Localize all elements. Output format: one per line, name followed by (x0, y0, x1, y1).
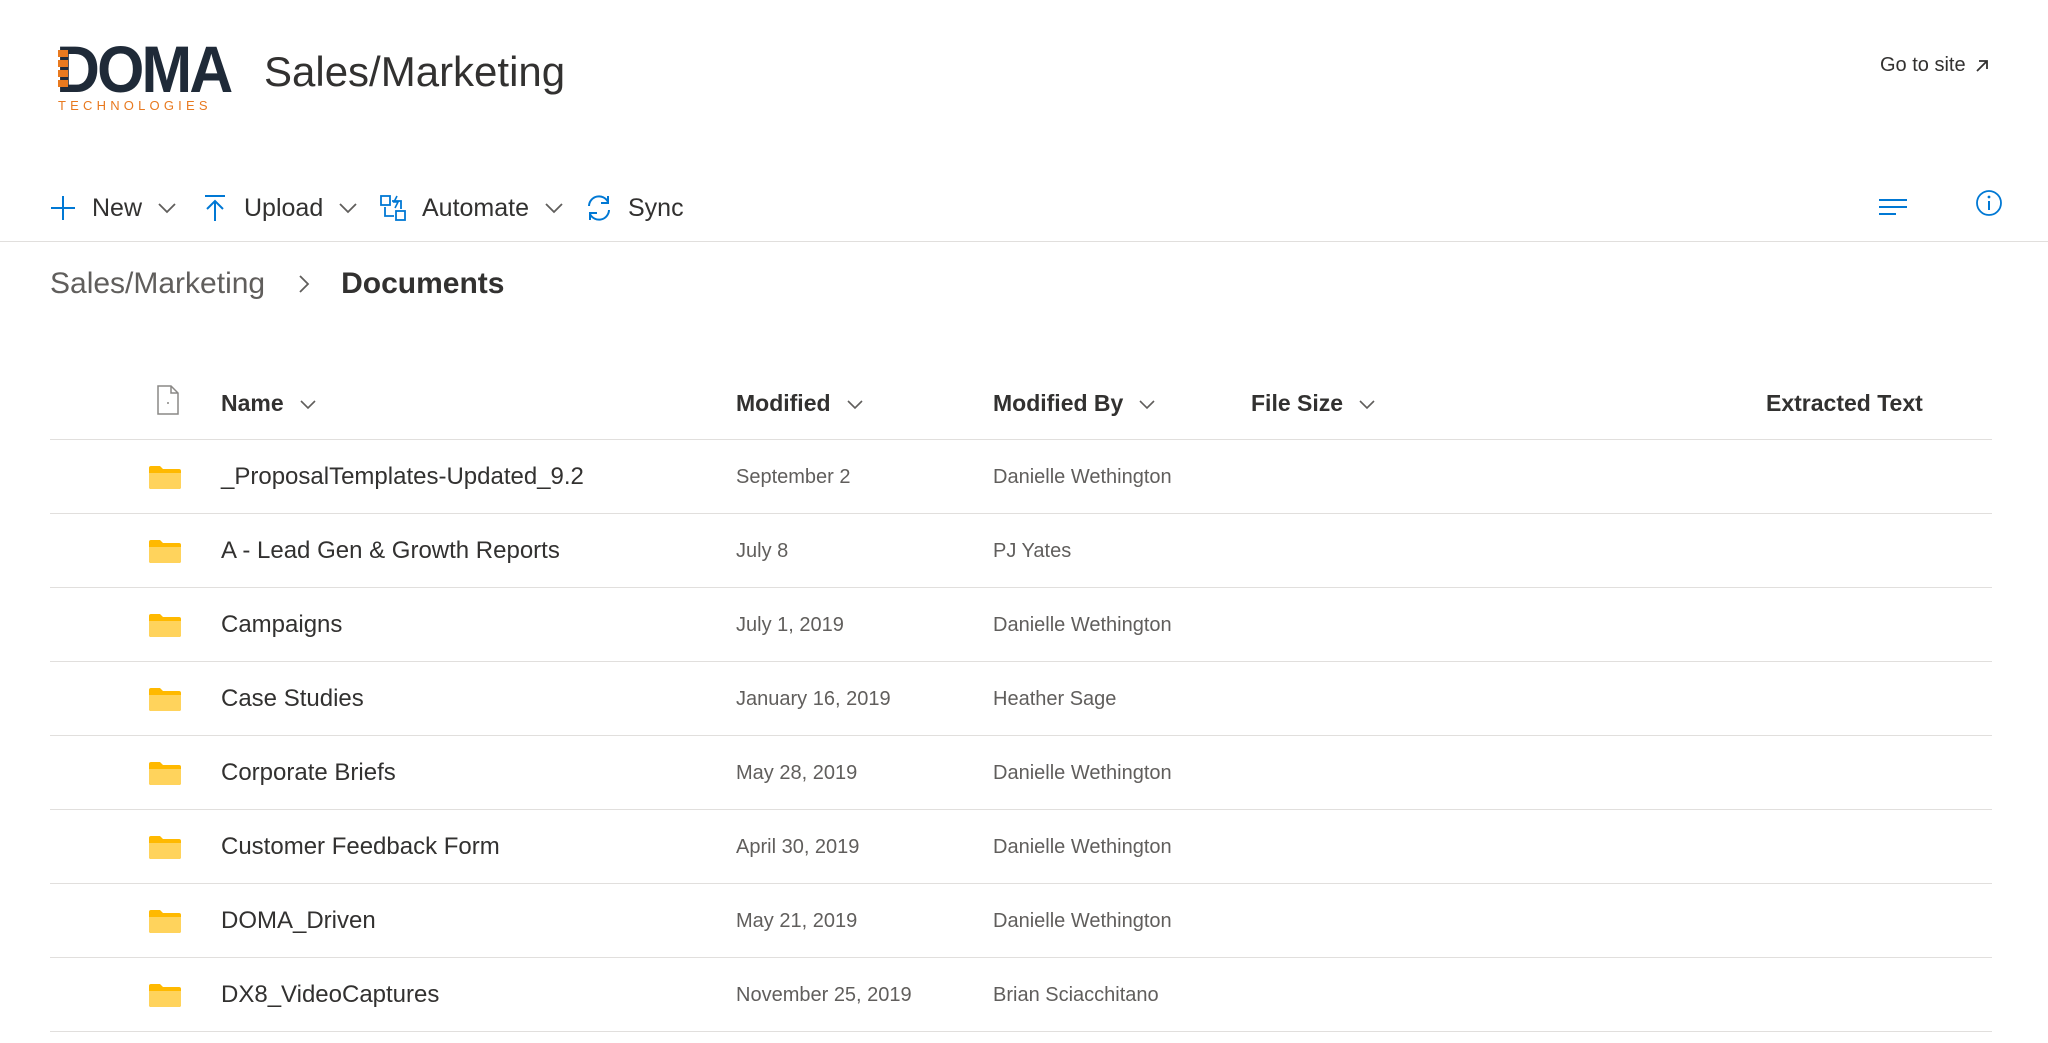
external-arrow-icon (1975, 59, 1988, 72)
item-name-link[interactable]: DX8_VideoCaptures (221, 958, 439, 1032)
folder-icon (148, 588, 184, 662)
automate-flow-icon (378, 193, 408, 223)
file-type-column-header[interactable] (154, 384, 182, 416)
breadcrumb-parent-link[interactable]: Sales/Marketing (50, 267, 265, 301)
breadcrumb-current: Documents (341, 267, 505, 300)
table-row[interactable]: Customer Feedback Form April 30, 2019 Da… (50, 810, 1992, 884)
logo-tagline: TECHNOLOGIES (58, 98, 212, 113)
chevron-right-icon (293, 273, 315, 295)
table-row[interactable]: _ProposalTemplates-Updated_9.2 September… (50, 440, 1992, 514)
upload-label: Upload (244, 193, 324, 222)
site-header: DOMA TECHNOLOGIES Sales/Marketing Go to … (0, 0, 2048, 150)
info-icon (1976, 190, 2002, 216)
modified-date: July 1, 2019 (736, 613, 844, 636)
modified-by[interactable]: Heather Sage (993, 662, 1116, 736)
table-header: Name Modified Modified By File Size Extr… (50, 370, 1992, 440)
folder-icon (148, 958, 184, 1032)
modified-date: September 2 (736, 465, 851, 488)
modified-date: November 25, 2019 (736, 983, 912, 1006)
table-row[interactable]: Case Studies January 16, 2019 Heather Sa… (50, 662, 1992, 736)
plus-icon (48, 193, 78, 223)
item-name-link[interactable]: _ProposalTemplates-Updated_9.2 (221, 440, 584, 514)
automate-label: Automate (422, 193, 530, 222)
automate-button[interactable]: Automate (378, 188, 565, 228)
command-bar: New Upload Automate Sync (0, 176, 2048, 242)
modified-by-header-label: Modified By (993, 390, 1124, 416)
modified-header-label: Modified (736, 390, 831, 416)
item-name-link[interactable]: A - Lead Gen & Growth Reports (221, 514, 560, 588)
new-label: New (92, 193, 143, 222)
modified-by[interactable]: Danielle Wethington (993, 588, 1172, 662)
modified-date: April 30, 2019 (736, 835, 860, 858)
modified-by[interactable]: Danielle Wethington (993, 884, 1172, 958)
extracted-text-column-header[interactable]: Extracted Text (1766, 390, 1923, 417)
modified-date: May 21, 2019 (736, 909, 858, 932)
sync-button[interactable]: Sync (584, 188, 684, 228)
item-name-link[interactable]: Corporate Briefs (221, 736, 396, 810)
table-row[interactable]: Campaigns July 1, 2019 Danielle Wethingt… (50, 588, 1992, 662)
table-row[interactable]: Corporate Briefs May 28, 2019 Danielle W… (50, 736, 1992, 810)
chevron-down-icon (156, 197, 178, 219)
name-header-label: Name (221, 390, 284, 416)
modified-column-header[interactable]: Modified (736, 390, 865, 417)
logo-wordmark: DOMA (56, 32, 233, 106)
sync-icon (584, 193, 614, 223)
table-row[interactable]: DOMA_Driven May 21, 2019 Danielle Wethin… (50, 884, 1992, 958)
documents-table: Name Modified Modified By File Size Extr… (50, 370, 1992, 1032)
folder-icon (148, 736, 184, 810)
info-button[interactable] (1974, 188, 2004, 218)
modified-by[interactable]: PJ Yates (993, 514, 1071, 588)
file-size-header-label: File Size (1251, 390, 1344, 416)
modified-date: May 28, 2019 (736, 761, 858, 784)
item-name-link[interactable]: Campaigns (221, 588, 342, 662)
modified-by[interactable]: Danielle Wethington (993, 440, 1172, 514)
table-body: _ProposalTemplates-Updated_9.2 September… (50, 440, 1992, 1032)
table-row[interactable]: DX8_VideoCaptures November 25, 2019 Bria… (50, 958, 1992, 1032)
chevron-down-icon (845, 394, 865, 414)
folder-icon (148, 440, 184, 514)
document-icon (157, 385, 179, 415)
sync-label: Sync (628, 193, 684, 222)
extracted-text-header-label: Extracted Text (1766, 390, 1923, 416)
modified-by[interactable]: Danielle Wethington (993, 810, 1172, 884)
upload-button[interactable]: Upload (200, 188, 359, 228)
modified-date: January 16, 2019 (736, 687, 891, 710)
folder-icon (148, 810, 184, 884)
file-size-column-header[interactable]: File Size (1251, 390, 1377, 417)
doma-logo[interactable]: DOMA TECHNOLOGIES (56, 36, 233, 113)
folder-icon (148, 884, 184, 958)
folder-icon (148, 662, 184, 736)
chevron-down-icon (298, 394, 318, 414)
logo-bars-icon (58, 50, 68, 94)
modified-date: July 8 (736, 539, 789, 562)
go-to-site-label: Go to site (1880, 54, 1966, 76)
chevron-down-icon (337, 197, 359, 219)
item-name-link[interactable]: DOMA_Driven (221, 884, 376, 958)
upload-icon (200, 193, 230, 223)
breadcrumb: Sales/Marketing Documents (50, 262, 504, 306)
chevron-down-icon (1357, 394, 1377, 414)
item-name-link[interactable]: Case Studies (221, 662, 364, 736)
new-button[interactable]: New (48, 188, 178, 228)
view-options-button[interactable] (1876, 190, 1910, 224)
view-lines-icon (1879, 199, 1907, 215)
chevron-down-icon (543, 197, 565, 219)
modified-by[interactable]: Brian Sciacchitano (993, 958, 1159, 1032)
chevron-down-icon (1137, 394, 1157, 414)
item-name-link[interactable]: Customer Feedback Form (221, 810, 500, 884)
site-title: Sales/Marketing (264, 48, 566, 95)
modified-by[interactable]: Danielle Wethington (993, 736, 1172, 810)
modified-by-column-header[interactable]: Modified By (993, 390, 1157, 417)
go-to-site-link[interactable]: Go to site (1880, 54, 1992, 77)
folder-icon (148, 514, 184, 588)
name-column-header[interactable]: Name (221, 390, 318, 417)
table-row[interactable]: A - Lead Gen & Growth Reports July 8 PJ … (50, 514, 1992, 588)
